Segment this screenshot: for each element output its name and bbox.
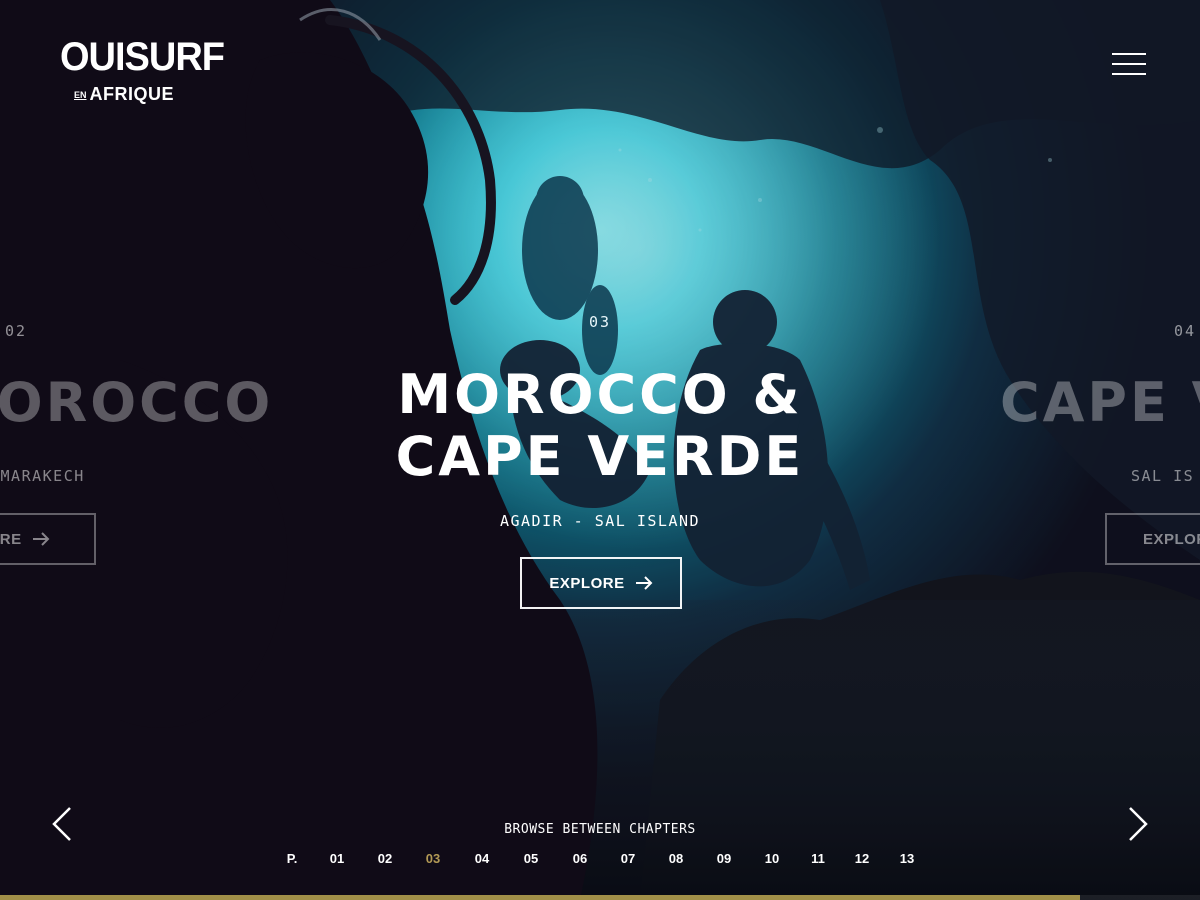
explore-button[interactable]: EXPLORE: [520, 557, 682, 609]
chapter-link-04[interactable]: 04: [475, 851, 489, 866]
chapter-link-01[interactable]: 01: [330, 851, 344, 866]
hamburger-menu-icon[interactable]: [1112, 52, 1146, 78]
chapter-link-02[interactable]: 02: [378, 851, 392, 866]
slide-subtitle: SAL IS: [1131, 467, 1195, 485]
chapter-link-06[interactable]: 06: [573, 851, 587, 866]
explore-label: EXPLORE: [0, 530, 22, 548]
slide-subtitle: AGADIR - SAL ISLAND: [499, 512, 701, 530]
progress-track: [0, 895, 1200, 900]
menu-bar: [1112, 53, 1146, 55]
chapter-link-05[interactable]: 05: [524, 851, 538, 866]
progress-fill: [0, 895, 1080, 900]
menu-bar: [1112, 63, 1146, 65]
explore-button-next[interactable]: EXPLOR: [1105, 513, 1200, 565]
slide-number: 03: [588, 313, 612, 331]
chapter-link-11[interactable]: 11: [811, 851, 825, 866]
chapter-link-10[interactable]: 10: [765, 851, 779, 866]
explore-label: EXPLORE: [549, 574, 625, 592]
explore-label: EXPLOR: [1143, 530, 1200, 548]
logo-subline: EN AFRIQUE: [74, 84, 174, 104]
arrow-right-icon: [635, 576, 653, 590]
logo-sub-large: AFRIQUE: [89, 84, 175, 104]
slide-title-line2: CAPE VERDE: [395, 425, 805, 488]
site-logo[interactable]: OUISURF EN AFRIQUE: [60, 26, 225, 106]
chapter-link-13[interactable]: 13: [900, 851, 914, 866]
slide-number: 04: [1174, 322, 1197, 340]
chapter-list: P. 01 02 03 04 05 06 07 08 09 10 11 12 13: [0, 851, 1200, 871]
hero-slider: OUISURF EN AFRIQUE 02 MOROCCO -MARAKECH …: [0, 0, 1200, 900]
chapter-link-08[interactable]: 08: [669, 851, 683, 866]
chapter-link-12[interactable]: 12: [855, 851, 869, 866]
menu-bar: [1112, 73, 1146, 75]
logo-wordmark: OUISURF: [60, 35, 225, 80]
slide-title: CAPE V: [1000, 371, 1200, 434]
arrow-right-icon: [32, 532, 50, 546]
chapter-link-prologue[interactable]: P.: [287, 851, 298, 866]
browse-chapters-label: BROWSE BETWEEN CHAPTERS: [504, 822, 696, 837]
chapter-link-07[interactable]: 07: [621, 851, 635, 866]
chapter-link-09[interactable]: 09: [717, 851, 731, 866]
chapter-link-03[interactable]: 03: [426, 851, 440, 866]
logo-sub-small: EN: [74, 90, 87, 100]
